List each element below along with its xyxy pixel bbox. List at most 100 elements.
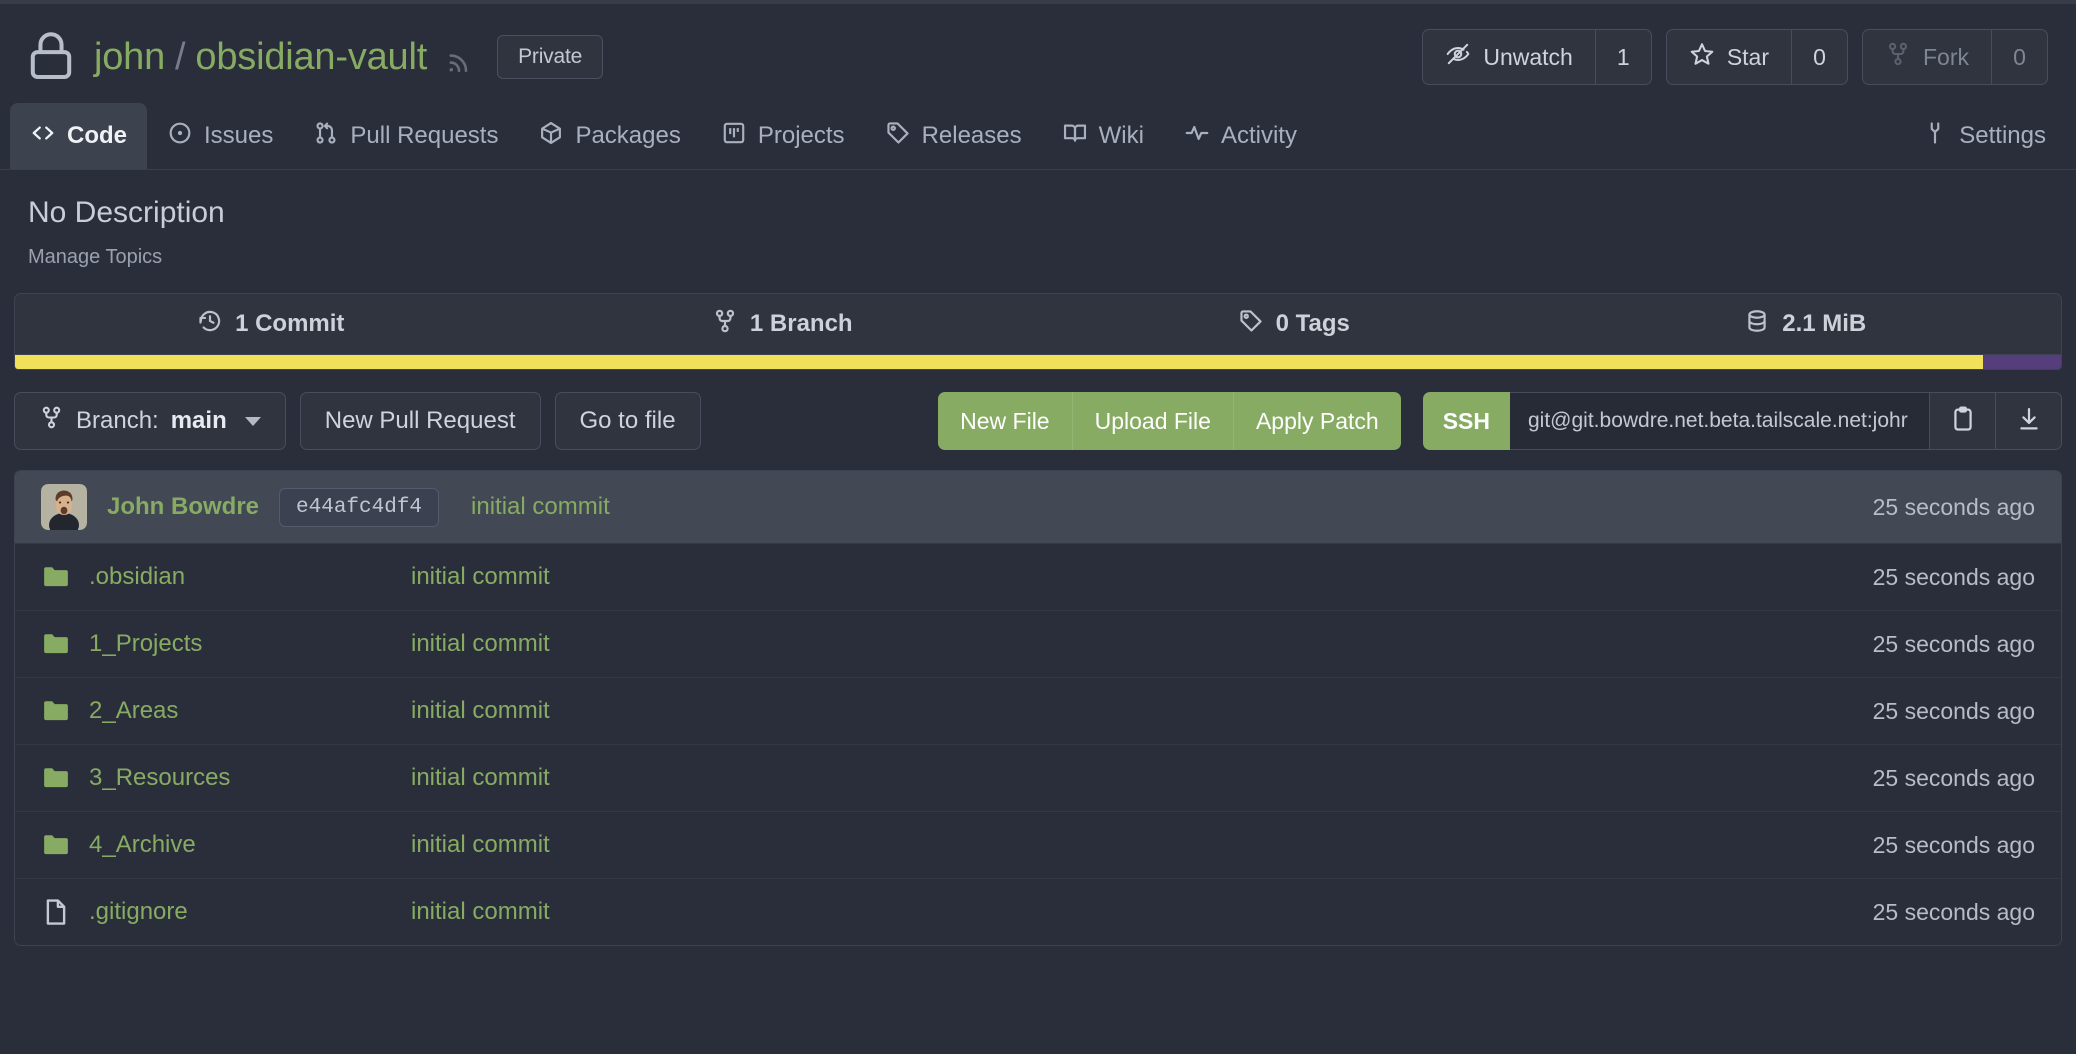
git-branch-icon: [712, 308, 738, 341]
repo-owner-link[interactable]: john: [94, 36, 165, 79]
file-commit-message[interactable]: initial commit: [411, 697, 550, 725]
tab-projects-label: Projects: [757, 122, 845, 149]
copy-clone-url-button[interactable]: [1930, 392, 1996, 450]
tab-code[interactable]: Code: [10, 103, 147, 169]
language-bar: [14, 355, 2062, 370]
stat-branches-label: 1 Branch: [749, 310, 853, 337]
file-name-cell: 2_Areas: [41, 696, 411, 726]
stat-size[interactable]: 2.1 MiB: [1550, 308, 2062, 341]
commit-hash[interactable]: e44afc4df4: [279, 487, 440, 527]
folder-icon: [41, 763, 71, 793]
file-row[interactable]: 3_Resources initial commit 25 seconds ago: [15, 744, 2061, 811]
tab-wiki[interactable]: Wiki: [1042, 103, 1164, 169]
stat-tags[interactable]: 0 Tags: [1038, 308, 1550, 341]
star-count[interactable]: 0: [1791, 30, 1847, 84]
go-to-file-label: Go to file: [579, 407, 676, 434]
repo-actions: Unwatch 1 Star 0 Fork 0: [1422, 29, 2048, 85]
star-button-group[interactable]: Star 0: [1665, 29, 1848, 85]
new-file-button[interactable]: New File: [938, 392, 1073, 450]
file-commit-message[interactable]: initial commit: [411, 563, 550, 591]
branch-selector-value: main: [170, 407, 227, 434]
history-icon: [197, 308, 223, 341]
folder-icon: [41, 696, 71, 726]
breadcrumb-separator: /: [175, 35, 186, 78]
apply-patch-button[interactable]: Apply Patch: [1233, 392, 1401, 450]
tab-projects[interactable]: Projects: [701, 103, 865, 169]
file-name-link[interactable]: 2_Areas: [89, 697, 178, 725]
tab-packages[interactable]: Packages: [518, 103, 700, 169]
tab-pull-requests[interactable]: Pull Requests: [293, 103, 518, 169]
upload-file-button[interactable]: Upload File: [1072, 392, 1234, 450]
clone-protocol-button[interactable]: SSH: [1422, 392, 1510, 450]
file-name-cell: 1_Projects: [41, 629, 411, 659]
rss-icon[interactable]: [445, 43, 473, 73]
file-row[interactable]: .obsidian initial commit 25 seconds ago: [15, 543, 2061, 610]
new-pull-request-button[interactable]: New Pull Request: [299, 392, 541, 450]
file-commit-message[interactable]: initial commit: [411, 630, 550, 658]
tab-wiki-label: Wiki: [1098, 122, 1144, 149]
watch-button-group[interactable]: Unwatch 1: [1422, 29, 1652, 85]
tab-settings[interactable]: Settings: [1902, 103, 2066, 169]
tab-releases-label: Releases: [921, 122, 1022, 149]
tab-issues-label: Issues: [204, 122, 274, 149]
fork-count: 0: [1991, 30, 2047, 84]
file-timestamp: 25 seconds ago: [1872, 630, 2035, 657]
tab-releases[interactable]: Releases: [865, 103, 1042, 169]
file-name-link[interactable]: 4_Archive: [89, 831, 196, 859]
repo-nav-tabs: Code Issues Pull Requests Packages Proje…: [0, 103, 2076, 170]
book-icon: [1062, 120, 1088, 153]
branch-selector[interactable]: Branch: main: [14, 392, 286, 450]
issue-opened-icon: [167, 120, 193, 153]
project-icon: [721, 120, 747, 153]
file-name-link[interactable]: .obsidian: [89, 563, 185, 591]
file-commit-message[interactable]: initial commit: [411, 764, 550, 792]
file-timestamp: 25 seconds ago: [1872, 563, 2035, 590]
file-name-link[interactable]: .gitignore: [89, 898, 188, 926]
repo-stats-wrap: 1 Commit 1 Branch 0 Tags 2.1 MiB: [14, 293, 2062, 370]
file-timestamp: 25 seconds ago: [1872, 764, 2035, 791]
file-name-cell: .gitignore: [41, 897, 411, 927]
watch-count[interactable]: 1: [1594, 30, 1651, 84]
file-name-link[interactable]: 1_Projects: [89, 630, 202, 658]
tab-activity-label: Activity: [1220, 122, 1297, 149]
language-segment-secondary: [1983, 355, 2061, 369]
repo-toolbar: Branch: main New Pull Request Go to file…: [0, 370, 2076, 470]
file-row[interactable]: 4_Archive initial commit 25 seconds ago: [15, 811, 2061, 878]
download-repo-button[interactable]: [1996, 392, 2062, 450]
star-button[interactable]: Star: [1667, 30, 1791, 84]
stat-commits[interactable]: 1 Commit: [15, 308, 527, 341]
commit-author[interactable]: John Bowdre: [107, 493, 259, 521]
tab-activity[interactable]: Activity: [1164, 103, 1317, 169]
file-row[interactable]: 1_Projects initial commit 25 seconds ago: [15, 610, 2061, 677]
star-label: Star: [1726, 43, 1769, 70]
apply-patch-label: Apply Patch: [1255, 407, 1379, 434]
repo-name-link[interactable]: obsidian-vault: [195, 36, 427, 79]
star-icon: [1689, 41, 1715, 73]
stat-branches[interactable]: 1 Branch: [527, 308, 1039, 341]
latest-commit-row: John Bowdre e44afc4df4 initial commit 25…: [15, 471, 2061, 543]
file-row[interactable]: 2_Areas initial commit 25 seconds ago: [15, 677, 2061, 744]
go-to-file-button[interactable]: Go to file: [554, 392, 701, 450]
git-branch-icon: [39, 405, 64, 437]
upload-file-label: Upload File: [1094, 407, 1211, 434]
unwatch-button[interactable]: Unwatch: [1423, 30, 1594, 84]
repo-breadcrumb: john / obsidian-vault Private: [94, 35, 604, 79]
database-icon: [1744, 308, 1770, 341]
file-commit-message[interactable]: initial commit: [411, 898, 550, 926]
repo-header: john / obsidian-vault Private Unwatch 1 …: [0, 4, 2076, 104]
commit-message[interactable]: initial commit: [471, 493, 610, 521]
file-timestamp: 25 seconds ago: [1872, 898, 2035, 925]
clone-url-input[interactable]: git@git.bowdre.net.beta.tailscale.net:jo…: [1510, 392, 1930, 450]
stat-commits-label: 1 Commit: [235, 310, 345, 337]
file-commit-message[interactable]: initial commit: [411, 831, 550, 859]
repo-description-block: No Description Manage Topics: [0, 170, 2076, 279]
tools-icon: [1922, 120, 1948, 153]
avatar: [41, 484, 87, 530]
file-row[interactable]: .gitignore initial commit 25 seconds ago: [15, 878, 2061, 945]
file-name-link[interactable]: 3_Resources: [89, 764, 230, 792]
manage-topics-link[interactable]: Manage Topics: [28, 246, 162, 269]
fork-button-group: Fork 0: [1862, 29, 2048, 85]
clone-group: SSH git@git.bowdre.net.beta.tailscale.ne…: [1422, 392, 2062, 450]
tab-issues[interactable]: Issues: [147, 103, 293, 169]
file-name-cell: 3_Resources: [41, 763, 411, 793]
